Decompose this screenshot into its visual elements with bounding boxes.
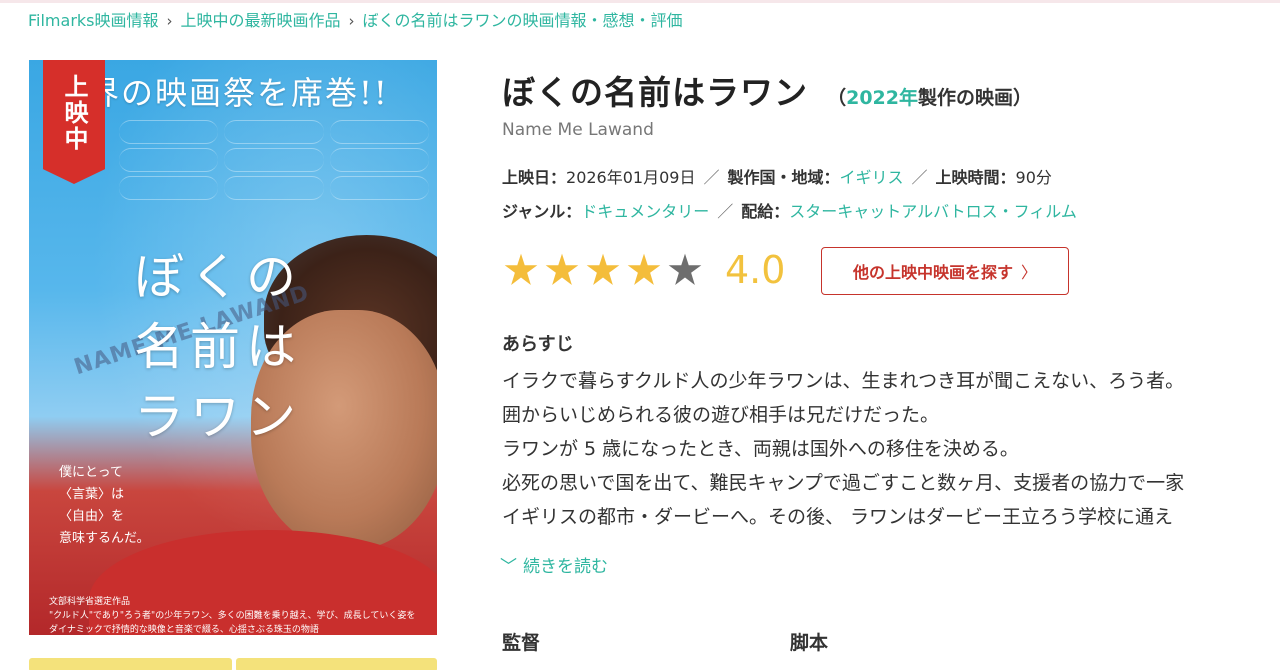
clip-button[interactable] xyxy=(29,658,232,670)
star-filled-icon xyxy=(504,253,538,285)
genre-info: ジャンル：ドキュメンタリー／配給：スターキャットアルバトロス・フィルム xyxy=(502,202,1077,221)
original-title: Name Me Lawand xyxy=(502,120,654,140)
synopsis-line: 囲からいじめられる彼の遊び相手は兄だけだった。 xyxy=(502,404,940,426)
poster-tagline: 僕にとって 〈言葉〉は 〈自由〉を 意味するんだ。 xyxy=(59,465,150,546)
read-more-link[interactable]: ﹀ 続きを読む xyxy=(500,552,608,577)
breadcrumb: Filmarks映画情報 › 上映中の最新映画作品 › ぼくの名前はラワンの映画情報・感… xyxy=(28,7,683,31)
title-row: ぼくの名前はラワン （2022年製作の映画） xyxy=(502,66,1032,114)
chevron-right-icon: 〉 xyxy=(1021,263,1038,282)
poster-footnote: 文部科学省選定作品 "クルド人"であり"ろう者"の少年ラワン、多くの困難を乗り越… xyxy=(49,597,416,635)
year-link[interactable]: 2022年 xyxy=(846,87,918,109)
star-filled-icon xyxy=(627,253,661,285)
chevron-right-icon: › xyxy=(166,12,173,30)
writer-heading: 脚本 xyxy=(790,632,829,654)
synopsis-text: イラクで暮らすクルド人の少年ラワンは、生まれつき耳が聞こえない、ろう者。 囲から… xyxy=(502,364,1280,534)
breadcrumb-home-link[interactable]: Filmarks映画情報 xyxy=(28,11,159,30)
release-info: 上映日：2026年01月09日／製作国・地域：イギリス／上映時間：90分 xyxy=(502,168,1052,187)
chevron-right-icon: › xyxy=(348,12,355,30)
poster-title: ぼくの 名前は ラワン xyxy=(134,248,302,446)
poster-headline: 界の映画祭を席巻!! xyxy=(87,74,389,112)
now-showing-badge: 上映中 xyxy=(43,60,105,184)
mark-button[interactable] xyxy=(236,658,437,670)
rating: 4.0 xyxy=(504,248,785,292)
chevron-down-icon: ﹀ xyxy=(500,557,517,577)
festival-laurels xyxy=(119,120,429,240)
production-year: （2022年製作の映画） xyxy=(827,87,1033,109)
star-filled-icon xyxy=(545,253,579,285)
movie-title: ぼくの名前はラワン xyxy=(502,73,808,112)
top-border xyxy=(0,0,1280,3)
distributor-link[interactable]: スターキャットアルバトロス・フィルム xyxy=(789,202,1077,221)
breadcrumb-current[interactable]: ぼくの名前はラワンの映画情報・感想・評価 xyxy=(363,11,683,30)
star-empty-icon xyxy=(668,253,702,285)
breadcrumb-now-showing-link[interactable]: 上映中の最新映画作品 xyxy=(181,11,341,30)
release-date: 2026年01月09日 xyxy=(566,168,696,187)
country-link[interactable]: イギリス xyxy=(840,168,904,187)
star-rating xyxy=(504,253,709,287)
director-heading: 監督 xyxy=(502,632,541,654)
find-other-movies-button[interactable]: 他の上映中映画を探す〉 xyxy=(821,247,1069,295)
star-filled-icon xyxy=(586,253,620,285)
synopsis-line: 必死の思いで国を出て、難民キャンプで過ごすこと数ヶ月、支援者の協力で一家 xyxy=(502,472,1185,494)
movie-poster[interactable]: 界の映画祭を席巻!! 上映中 NAME ME LAWAND ぼくの 名前は ラワ… xyxy=(29,60,437,635)
rating-score: 4.0 xyxy=(725,248,786,292)
synopsis-line: ラワンが 5 歳になったとき、両親は国外への移住を決める。 xyxy=(502,438,1019,460)
runtime: 90分 xyxy=(1015,168,1052,187)
synopsis-line: イラクで暮らすクルド人の少年ラワンは、生まれつき耳が聞こえない、ろう者。 xyxy=(502,370,1185,392)
synopsis-line: イギリスの都市・ダービーへ。その後、 ラワンはダービー王立ろう学校に通え xyxy=(502,506,1174,528)
synopsis-heading: あらすじ xyxy=(502,334,574,355)
genre-link[interactable]: ドキュメンタリー xyxy=(581,202,709,221)
